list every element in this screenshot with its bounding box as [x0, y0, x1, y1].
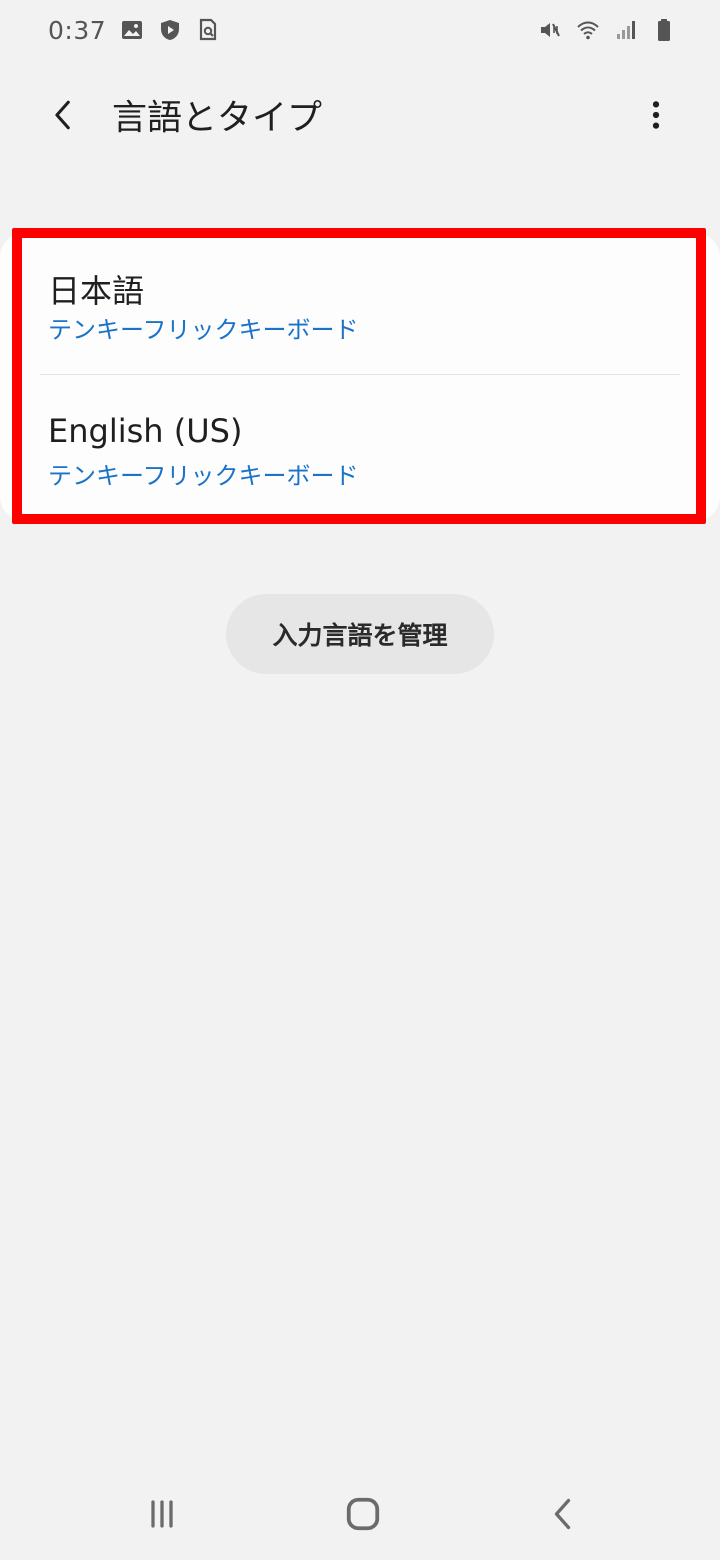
home-icon — [344, 1495, 382, 1533]
language-item-japanese[interactable]: 日本語 テンキーフリックキーボード — [22, 236, 698, 376]
status-left: 0:37 — [48, 16, 220, 45]
status-right — [538, 18, 676, 42]
shield-play-icon — [158, 18, 182, 42]
recents-button[interactable] — [134, 1486, 190, 1542]
settings-screen: 0:37 言語とタイプ 日本語 テンキーフリックキーボード English (U… — [0, 0, 720, 1560]
image-icon — [120, 18, 144, 42]
battery-icon — [652, 18, 676, 42]
language-item-english[interactable]: English (US) テンキーフリックキーボード — [22, 380, 698, 520]
more-vert-icon — [639, 98, 673, 132]
back-button[interactable] — [38, 89, 90, 141]
app-bar: 言語とタイプ — [0, 70, 720, 160]
home-button[interactable] — [335, 1486, 391, 1542]
signal-icon — [614, 18, 638, 42]
status-bar: 0:37 — [0, 0, 720, 60]
language-name: English (US) — [48, 412, 243, 450]
search-page-icon — [196, 18, 220, 42]
wifi-icon — [576, 18, 600, 42]
more-options-button[interactable] — [630, 89, 682, 141]
mute-icon — [538, 18, 562, 42]
back-chevron-icon — [47, 98, 81, 132]
nav-back-button[interactable] — [536, 1486, 592, 1542]
manage-input-languages-button[interactable]: 入力言語を管理 — [226, 594, 494, 674]
language-name: 日本語 — [48, 272, 145, 310]
nav-bar — [0, 1468, 720, 1560]
divider — [40, 374, 680, 375]
language-keyboard: テンキーフリックキーボード — [48, 316, 359, 344]
back-icon — [546, 1496, 582, 1532]
status-time: 0:37 — [48, 15, 107, 45]
recents-icon — [144, 1496, 180, 1532]
page-title: 言語とタイプ — [112, 98, 323, 139]
language-keyboard: テンキーフリックキーボード — [48, 462, 359, 490]
